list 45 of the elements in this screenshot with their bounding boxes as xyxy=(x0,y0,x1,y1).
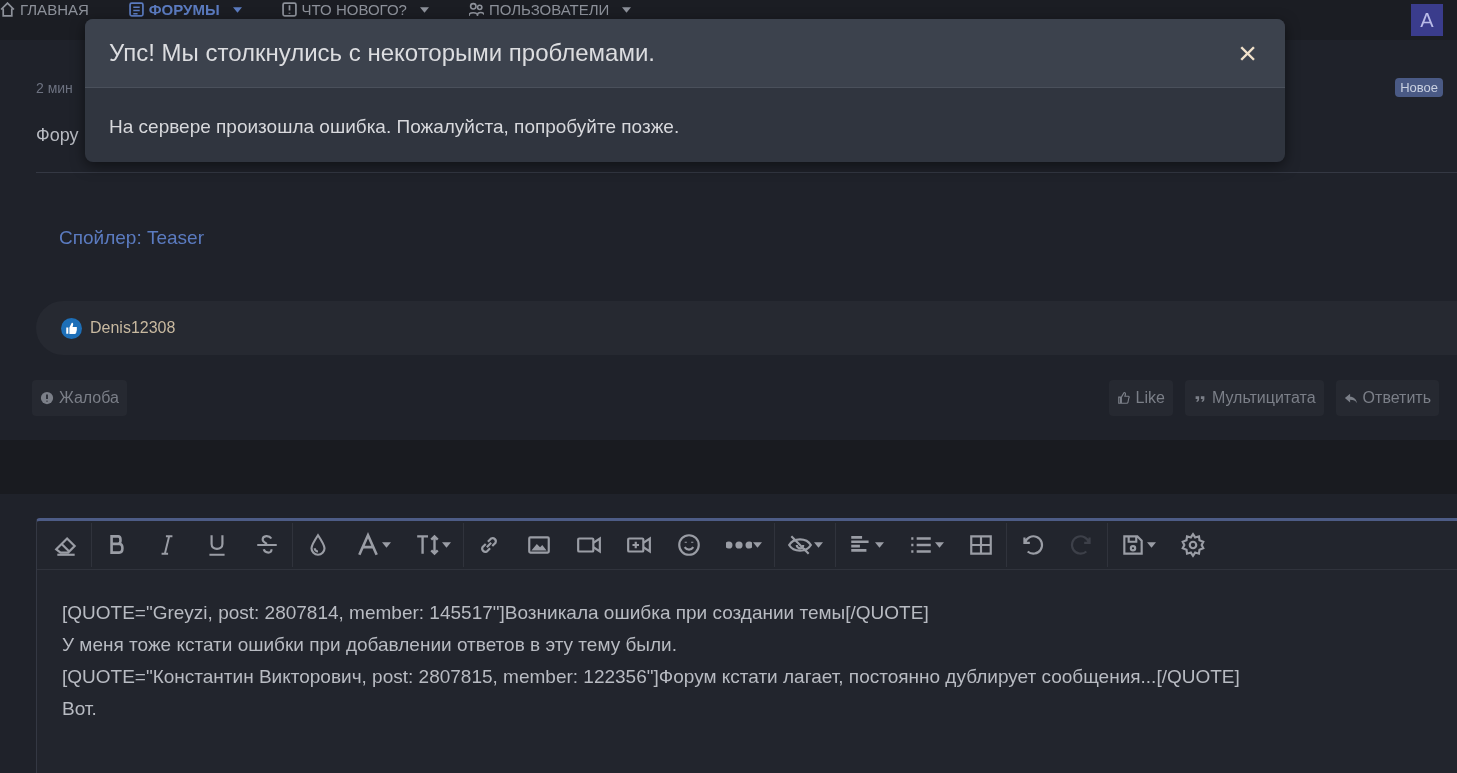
font-icon xyxy=(355,532,381,558)
error-message: На сервере произошла ошибка. Пожалуйста, попробуйте позже. xyxy=(109,116,680,137)
home-icon xyxy=(0,2,15,17)
nav-tab[interactable]: ФОРУМЫ xyxy=(128,1,242,18)
nav-tab[interactable]: ЧТО НОВОГО? xyxy=(281,1,429,18)
nav-tab[interactable]: ПОЛЬЗОВАТЕЛИ xyxy=(468,1,632,18)
table-icon xyxy=(968,532,994,558)
new-label: Новое xyxy=(1395,78,1443,97)
alert-icon xyxy=(281,2,297,17)
settings-icon xyxy=(1180,532,1206,558)
quote-button[interactable]: Мультицитата xyxy=(1184,380,1324,416)
caret-icon xyxy=(442,542,451,548)
reply-button[interactable]: Ответить xyxy=(1335,380,1439,416)
spoiler-link[interactable]: Спойлер: Teaser xyxy=(59,227,204,249)
thumbs-up-icon xyxy=(61,317,82,339)
close-button[interactable]: × xyxy=(1234,37,1261,69)
message-line: [QUOTE="Greyzi, post: 2807814, member: 145517"]Возникала ошибка при создании темы[/QUOTE] xyxy=(62,601,930,625)
reply-icon xyxy=(1343,391,1358,405)
user-avatar[interactable]: A xyxy=(1411,4,1443,36)
size-icon xyxy=(415,532,441,558)
caret-icon xyxy=(814,542,823,548)
like-button[interactable]: Like xyxy=(1108,380,1173,416)
save-icon xyxy=(1120,532,1146,558)
dialog-title: Упс! Мы столкнулись с некоторыми проблемами. xyxy=(109,39,655,67)
message-line: [QUOTE="Константин Викторович, post: 2807815, member: 122356"]Форум кстати лагает, постоянно дублирует сообщения...[/QUOTE] xyxy=(62,665,1241,689)
caret-icon xyxy=(875,542,884,548)
caret-icon xyxy=(232,6,242,13)
post-time: 2 мин xyxy=(36,79,73,96)
thumbs-up-icon xyxy=(1116,391,1131,405)
document-icon xyxy=(128,2,144,17)
caret-icon xyxy=(935,542,944,548)
message-line: У меня тоже кстати ошибки при добавлении ответов в эту тему были. xyxy=(62,633,678,657)
reaction-user[interactable]: Denis12308 xyxy=(90,319,176,337)
caret-icon xyxy=(382,542,391,548)
message-line: Вот. xyxy=(62,697,98,721)
nav-tab[interactable]: ГЛАВНАЯ xyxy=(0,1,89,18)
caret-icon xyxy=(1147,542,1156,548)
report-button[interactable]: Жалоба xyxy=(32,380,127,416)
users-icon xyxy=(468,2,484,17)
alert-icon xyxy=(40,391,54,405)
post-text: Фору xyxy=(36,125,79,146)
caret-icon xyxy=(419,6,429,13)
smilie-icon xyxy=(676,532,702,558)
caret-icon xyxy=(622,6,632,13)
caret-icon xyxy=(753,542,762,548)
